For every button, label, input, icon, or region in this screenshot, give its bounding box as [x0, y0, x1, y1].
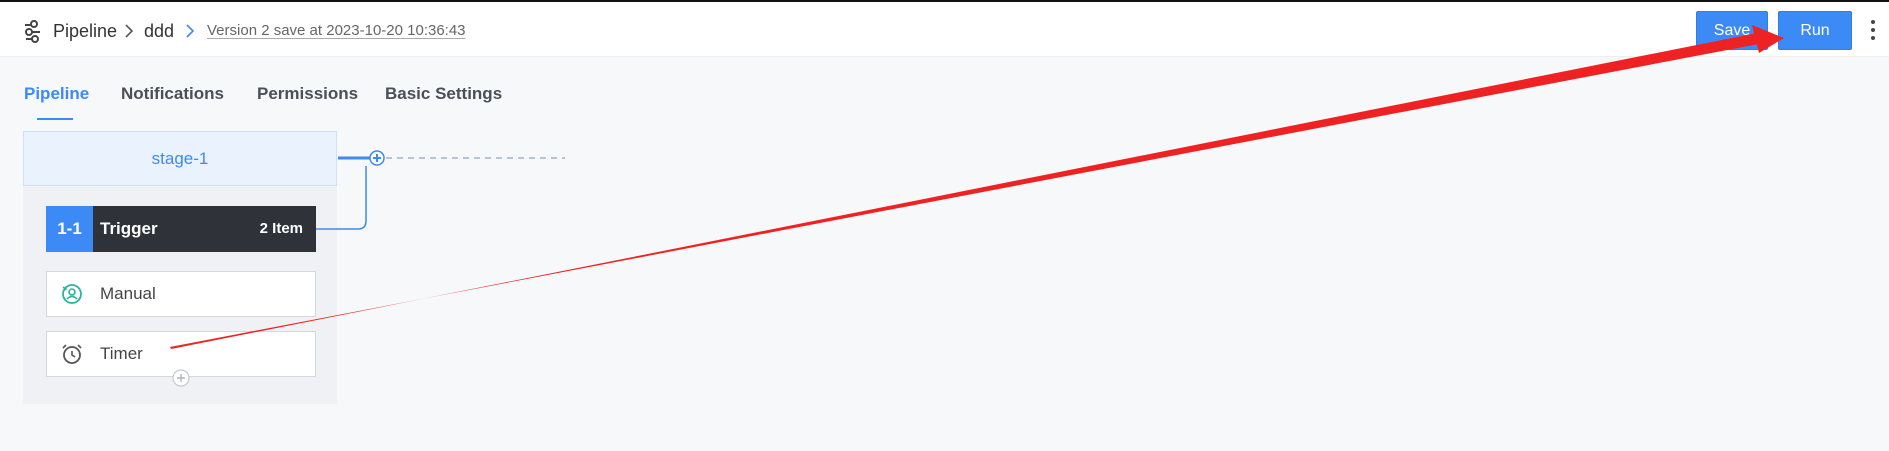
trigger-item-manual[interactable]: Manual — [46, 271, 316, 317]
tab-basic-settings[interactable]: Basic Settings — [385, 82, 502, 106]
pipeline-tabs: Pipeline Notifications Permissions Basic… — [0, 56, 700, 122]
tab-pipeline[interactable]: Pipeline — [24, 82, 89, 106]
pipeline-logo-icon[interactable] — [21, 19, 45, 43]
job-item-count: 2 Item — [259, 220, 303, 237]
stage-header[interactable]: stage-1 — [23, 131, 337, 186]
breadcrumb-pipeline[interactable]: Pipeline — [53, 19, 117, 43]
run-button[interactable]: Run — [1778, 11, 1852, 50]
tab-permissions[interactable]: Permissions — [257, 82, 358, 106]
more-vertical-icon[interactable] — [1870, 20, 1876, 42]
save-button[interactable]: Save — [1696, 11, 1768, 50]
chevron-right-icon — [186, 24, 195, 38]
trigger-item-label: Timer — [100, 344, 143, 363]
add-stage-icon[interactable] — [369, 150, 385, 166]
manual-user-icon — [62, 284, 82, 304]
version-history-link[interactable]: Version 2 save at 2023-10-20 10:36:43 — [207, 21, 466, 41]
job-name: Trigger — [100, 219, 158, 238]
breadcrumb-pipeline-name[interactable]: ddd — [144, 19, 174, 43]
add-trigger-icon[interactable] — [172, 369, 190, 387]
job-number: 1-1 — [46, 206, 93, 252]
chevron-right-icon — [125, 24, 134, 38]
job-trigger[interactable]: 1-1 Trigger 2 Item — [46, 206, 316, 252]
active-tab-indicator — [37, 118, 73, 120]
tab-notifications[interactable]: Notifications — [121, 82, 224, 106]
page-header: Pipeline ddd Version 2 save at 2023-10-2… — [0, 2, 1889, 57]
trigger-item-label: Manual — [100, 284, 156, 303]
alarm-clock-icon — [62, 344, 82, 364]
